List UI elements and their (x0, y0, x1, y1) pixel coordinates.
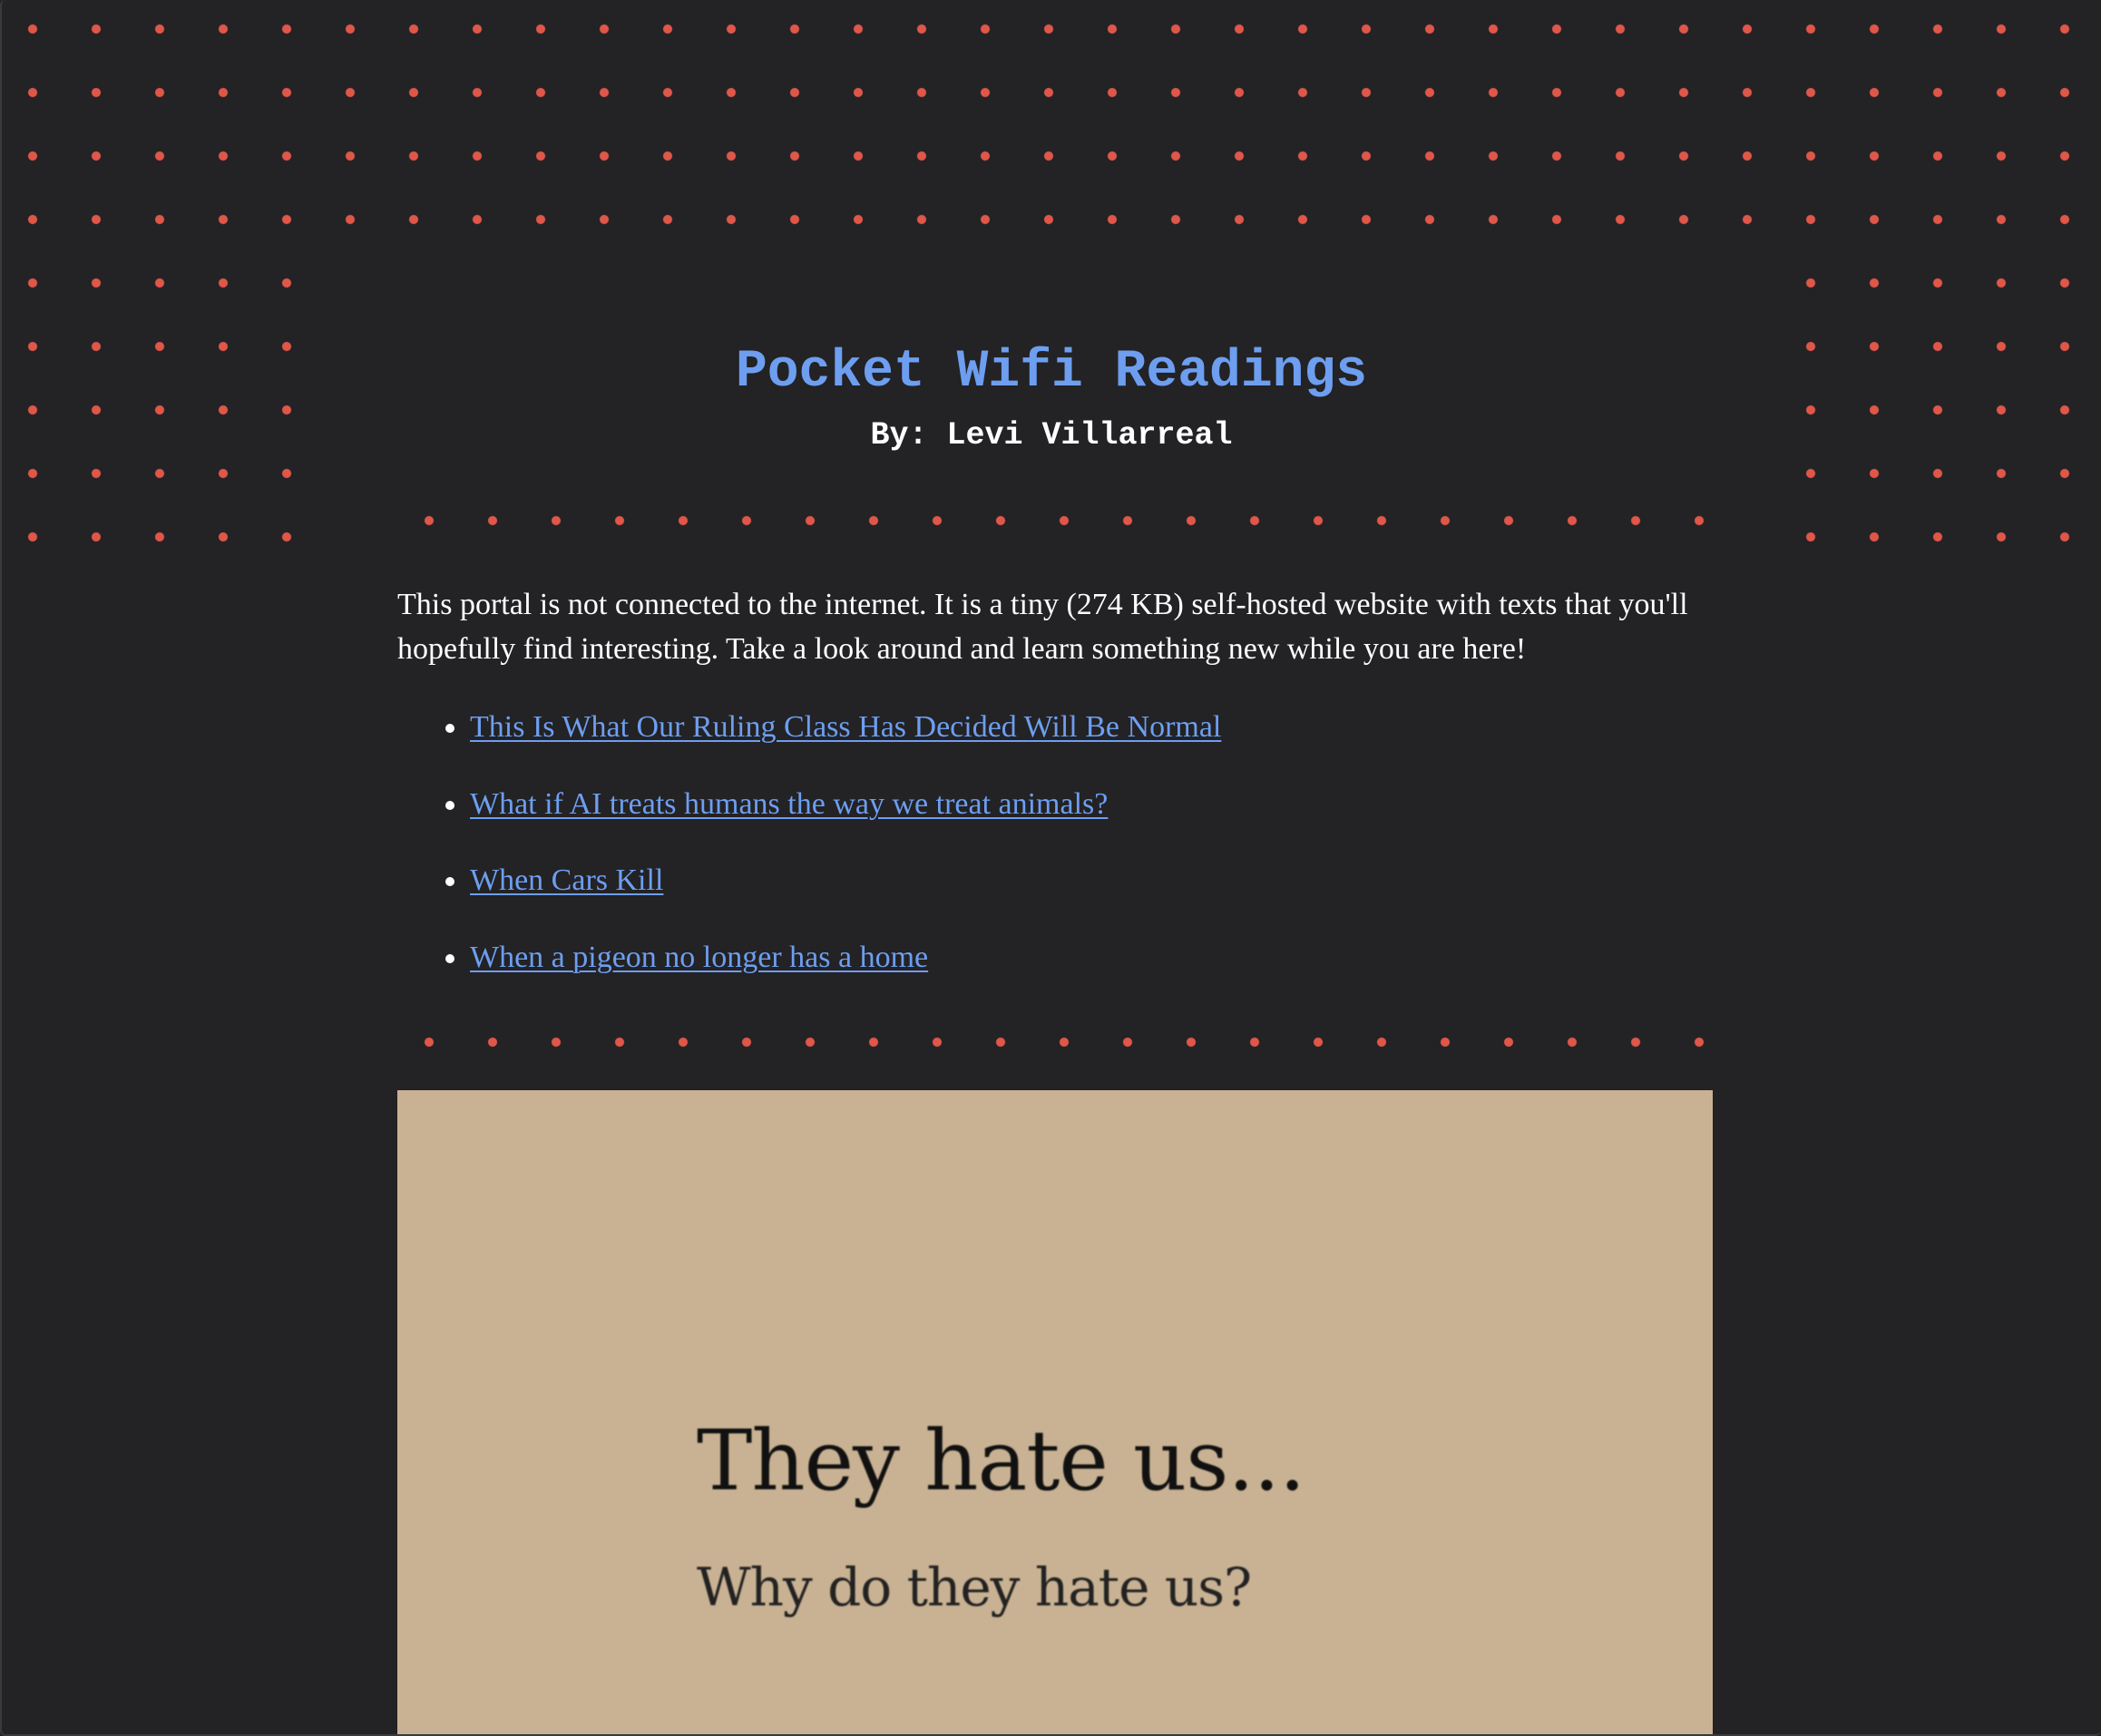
list-item: This Is What Our Ruling Class Has Decide… (445, 706, 1785, 749)
list-item: What if AI treats humans the way we trea… (445, 783, 1785, 826)
dot-pattern-left (2, 254, 319, 571)
article-list: This Is What Our Ruling Class Has Decide… (397, 706, 1785, 1012)
article-link-ai-animals[interactable]: What if AI treats humans the way we trea… (470, 787, 1108, 821)
page: Pocket Wifi Readings By: Levi Villarreal… (0, 0, 2101, 1736)
bullet-icon (445, 953, 454, 963)
dot-divider-top (397, 507, 1713, 534)
article-link-cars-kill[interactable]: When Cars Kill (470, 863, 663, 897)
list-item: When Cars Kill (445, 859, 1785, 902)
list-item: When a pigeon no longer has a home (445, 936, 1785, 980)
bullet-icon (445, 877, 454, 886)
intro-paragraph: This portal is not connected to the inte… (397, 588, 1688, 666)
dot-divider-bottom (397, 1029, 1713, 1056)
article-link-ruling-class[interactable]: This Is What Our Ruling Class Has Decide… (470, 710, 1221, 744)
page-title: Pocket Wifi Readings (735, 343, 1368, 402)
author-byline: By: Levi Villarreal (870, 417, 1233, 454)
article-link-pigeon[interactable]: When a pigeon no longer has a home (470, 941, 928, 974)
bullet-icon (445, 724, 454, 733)
dot-pattern-top (2, 0, 2101, 254)
dot-pattern-right (1780, 254, 2101, 571)
feature-headline: They hate us... (697, 1412, 1305, 1509)
feature-image: They hate us... Why do they hate us? (397, 1090, 1713, 1734)
feature-subheadline: Why do they hate us? (697, 1556, 1252, 1618)
bullet-icon (445, 800, 454, 810)
